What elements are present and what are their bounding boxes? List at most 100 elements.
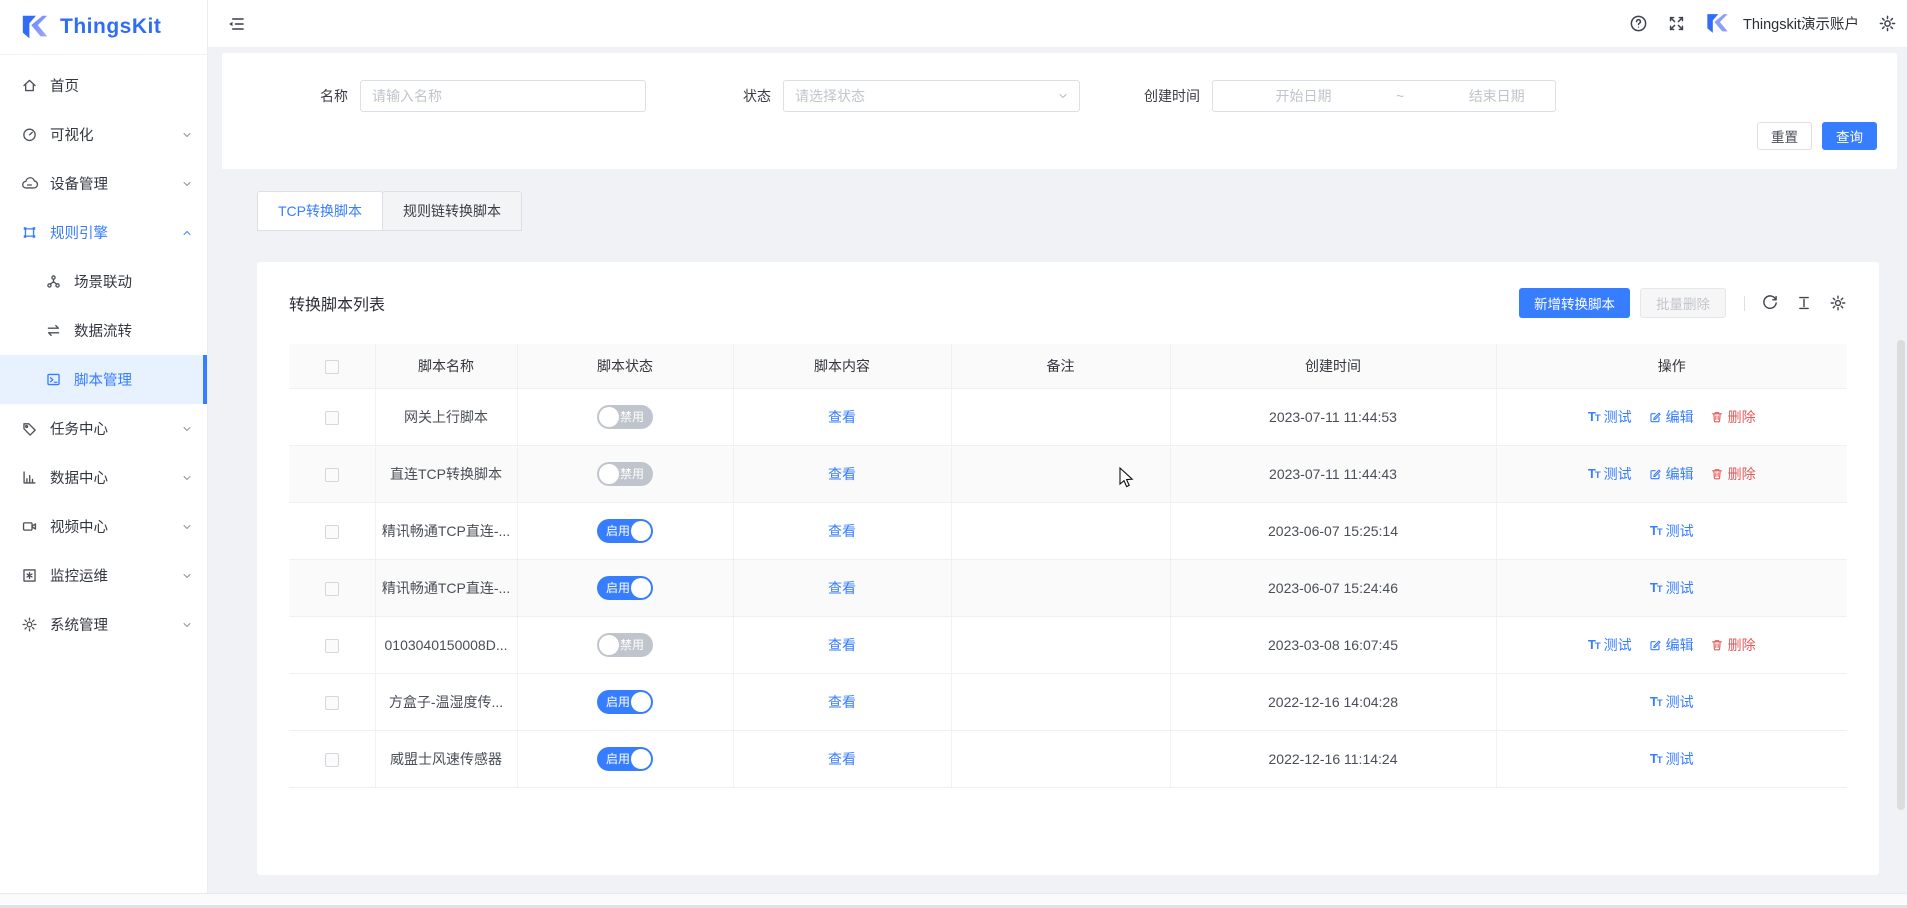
view-link[interactable]: 查看 [828, 692, 856, 712]
chevron-down-icon [181, 521, 193, 533]
batch-delete-button[interactable]: 批量删除 [1640, 288, 1726, 318]
test-link[interactable]: TT测试 [1650, 578, 1694, 598]
sidebar-item-system-management[interactable]: 系统管理 [0, 600, 207, 649]
card-toolbar: 新增转换脚本 批量删除 [1519, 288, 1847, 318]
chevron-down-icon [181, 423, 193, 435]
reset-button[interactable]: 重置 [1757, 122, 1812, 150]
start-date-input[interactable] [1213, 88, 1394, 104]
edit-icon [1648, 638, 1662, 652]
row-checkbox[interactable] [325, 639, 339, 653]
sidebar-item-device-management[interactable]: 设备管理 [0, 159, 207, 208]
sidebar-item-visualization[interactable]: 可视化 [0, 110, 207, 159]
refresh-icon[interactable] [1761, 294, 1779, 312]
data-center-icon [21, 469, 38, 486]
sidebar-item-data-center[interactable]: 数据中心 [0, 453, 207, 502]
sidebar-item-video-center[interactable]: 视频中心 [0, 502, 207, 551]
sidebar-item-label: 任务中心 [50, 418, 181, 439]
end-date-input[interactable] [1406, 88, 1587, 104]
edit-link[interactable]: 编辑 [1648, 635, 1694, 655]
chevron-down-icon [1057, 90, 1069, 102]
search-button[interactable]: 查询 [1822, 122, 1877, 150]
thingskit-logo-icon [20, 12, 50, 42]
test-link[interactable]: TT测试 [1588, 464, 1632, 484]
edit-link[interactable]: 编辑 [1648, 407, 1694, 427]
status-toggle[interactable]: 启用 [597, 576, 653, 600]
test-link[interactable]: TT测试 [1650, 749, 1694, 769]
remark-cell [951, 388, 1170, 445]
horizontal-scrollbar[interactable] [0, 893, 1907, 908]
main-area: Thingskit演示账户 名称 状态 请选择状态 创建时间 [208, 0, 1907, 908]
date-range-separator: ~ [1394, 88, 1406, 104]
delete-link[interactable]: 删除 [1710, 407, 1756, 427]
sidebar-item-label: 视频中心 [50, 516, 181, 537]
collapse-menu-icon[interactable] [226, 14, 246, 34]
gear-icon[interactable] [1829, 294, 1847, 312]
fullscreen-icon[interactable] [1667, 14, 1686, 33]
edit-icon [1648, 410, 1662, 424]
view-link[interactable]: 查看 [828, 521, 856, 541]
sidebar-item-rule-engine[interactable]: 规则引擎 [0, 208, 207, 257]
tab-rulechain-script[interactable]: 规则链转换脚本 [382, 191, 522, 231]
sidebar-item-data-flow[interactable]: 数据流转 [0, 306, 207, 355]
help-icon[interactable] [1629, 14, 1648, 33]
sidebar-item-label: 数据流转 [74, 320, 193, 341]
row-checkbox[interactable] [325, 582, 339, 596]
col-script-status: 脚本状态 [517, 344, 733, 388]
sidebar-item-label: 系统管理 [50, 614, 181, 635]
row-checkbox[interactable] [325, 525, 339, 539]
account-avatar-logo[interactable] [1705, 11, 1730, 36]
test-link[interactable]: TT测试 [1588, 407, 1632, 427]
brand-logo[interactable]: ThingsKit [0, 0, 207, 55]
tab-tcp-script[interactable]: TCP转换脚本 [257, 191, 383, 231]
text-icon: TT [1650, 694, 1662, 709]
home-icon [21, 77, 38, 94]
gear-icon[interactable] [1878, 14, 1897, 33]
status-toggle[interactable]: 禁用 [597, 405, 653, 429]
status-filter-select[interactable]: 请选择状态 [783, 80, 1080, 112]
created-time: 2022-12-16 11:14:24 [1170, 730, 1496, 787]
row-checkbox[interactable] [325, 753, 339, 767]
view-link[interactable]: 查看 [828, 464, 856, 484]
visualization-icon [21, 126, 38, 143]
edit-link[interactable]: 编辑 [1648, 464, 1694, 484]
data-flow-icon [45, 322, 62, 339]
add-script-button[interactable]: 新增转换脚本 [1519, 288, 1630, 318]
sidebar-item-script-management[interactable]: 脚本管理 [0, 355, 207, 404]
test-link[interactable]: TT测试 [1588, 635, 1632, 655]
sidebar-item-task-center[interactable]: 任务中心 [0, 404, 207, 453]
status-toggle[interactable]: 禁用 [597, 462, 653, 486]
test-link[interactable]: TT测试 [1650, 692, 1694, 712]
mouse-cursor [1119, 467, 1134, 489]
status-toggle[interactable]: 启用 [597, 690, 653, 714]
status-toggle[interactable]: 启用 [597, 747, 653, 771]
status-toggle[interactable]: 禁用 [597, 633, 653, 657]
script-list-card: 转换脚本列表 新增转换脚本 批量删除 [257, 262, 1879, 875]
test-link[interactable]: TT测试 [1650, 521, 1694, 541]
sidebar-item-scene-linkage[interactable]: 场景联动 [0, 257, 207, 306]
rule-engine-icon [21, 224, 38, 241]
view-link[interactable]: 查看 [828, 407, 856, 427]
sidebar-item-home[interactable]: 首页 [0, 61, 207, 110]
status-filter-label: 状态 [743, 86, 771, 106]
status-toggle[interactable]: 启用 [597, 519, 653, 543]
vertical-scrollbar-thumb[interactable] [1897, 340, 1905, 810]
name-filter-input[interactable] [360, 80, 646, 112]
delete-link[interactable]: 删除 [1710, 464, 1756, 484]
sidebar-item-monitoring[interactable]: 监控运维 [0, 551, 207, 600]
view-link[interactable]: 查看 [828, 749, 856, 769]
topbar: Thingskit演示账户 [208, 0, 1907, 48]
account-name[interactable]: Thingskit演示账户 [1743, 13, 1859, 34]
created-time: 2023-06-07 15:24:46 [1170, 559, 1496, 616]
row-checkbox[interactable] [325, 411, 339, 425]
sidebar-item-label: 可视化 [50, 124, 181, 145]
row-checkbox[interactable] [325, 696, 339, 710]
col-script-content: 脚本内容 [733, 344, 951, 388]
row-checkbox[interactable] [325, 468, 339, 482]
view-link[interactable]: 查看 [828, 635, 856, 655]
created-time: 2023-06-07 15:25:14 [1170, 502, 1496, 559]
row-height-icon[interactable] [1795, 294, 1813, 312]
delete-link[interactable]: 删除 [1710, 635, 1756, 655]
toolbar-divider [1744, 296, 1745, 311]
view-link[interactable]: 查看 [828, 578, 856, 598]
select-all-checkbox[interactable] [325, 360, 339, 374]
